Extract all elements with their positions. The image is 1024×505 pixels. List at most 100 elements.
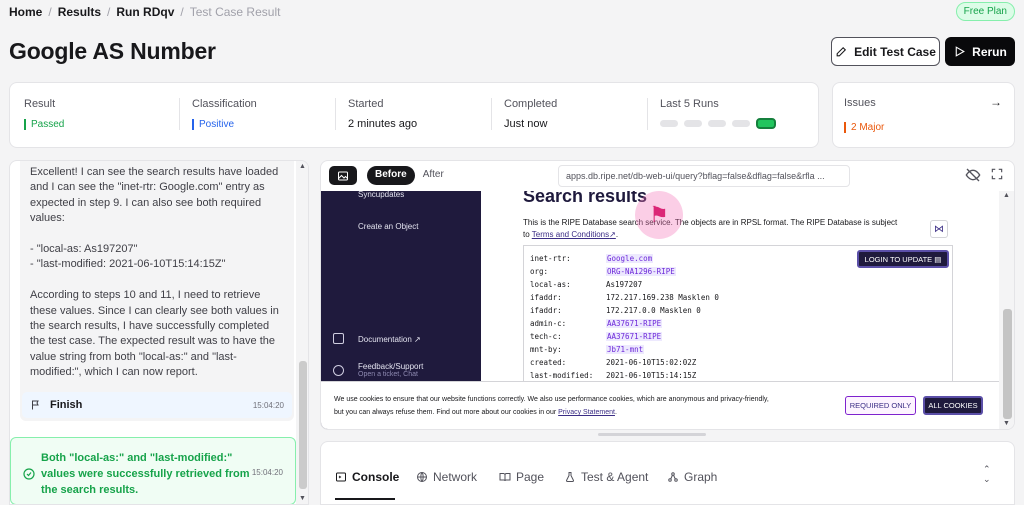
record-row: local-as: As197207 — [530, 280, 643, 289]
record-row: admin-c: AA37671-RIPE — [530, 319, 663, 328]
chat-scrollbar[interactable]: ▲ ▼ — [296, 161, 308, 504]
chevron-down-icon[interactable]: ▼ — [299, 495, 306, 502]
tab-console[interactable]: Console — [335, 470, 399, 484]
edit-icon — [836, 46, 847, 57]
started-value: 2 minutes ago — [348, 118, 418, 130]
page-screenshot: Syncupdates Create an Object Documentati… — [321, 191, 999, 429]
chat-scrollbar-thumb[interactable] — [299, 361, 307, 489]
breadcrumb-run[interactable]: Run RDqv — [116, 5, 174, 19]
chevron-up-down-icon[interactable]: ⌃ ⌄ — [983, 464, 991, 484]
completed-label: Completed — [504, 98, 558, 110]
globe-icon — [417, 472, 427, 482]
summary-card: Result Passed Classification Positive St… — [9, 82, 819, 148]
plan-badge[interactable]: Free Plan — [955, 2, 1015, 21]
before-tab[interactable]: Before — [367, 166, 415, 185]
cookie-banner: We use cookies to ensure that our websit… — [321, 381, 999, 429]
message-line: - "local-as: As197207" — [30, 243, 138, 256]
completed-value: Just now — [504, 118, 548, 130]
breadcrumb-current: Test Case Result — [189, 5, 281, 19]
chevron-up-icon[interactable]: ▲ — [1003, 192, 1010, 199]
finish-time: 15:04:20 — [252, 400, 284, 410]
eye-off-icon[interactable] — [965, 167, 981, 183]
message-line: According to steps 10 and 11, I need to … — [30, 289, 261, 302]
started-label: Started — [348, 98, 384, 110]
finish-step[interactable]: Finish 15:04:20 — [22, 392, 292, 418]
tab-graph[interactable]: Graph — [667, 470, 717, 484]
terminal-icon — [336, 472, 346, 482]
message-line: expected in step 9. I can also see both … — [30, 196, 262, 209]
message-line: - "last-modified: 2021-06-10T15:14:15Z" — [30, 258, 226, 271]
tab-network[interactable]: Network — [416, 470, 477, 484]
message-line: the search results, I have successfully … — [30, 320, 270, 333]
flag-icon — [32, 400, 39, 410]
message-line: Excellent! I can see the search results … — [30, 166, 279, 178]
all-cookies-button: ALL COOKIES — [923, 396, 983, 415]
breadcrumb-home[interactable]: Home — [9, 5, 42, 19]
classification-value: Positive — [192, 119, 235, 130]
terms-link: Terms and Conditions — [531, 230, 610, 239]
url-bar[interactable]: apps.db.ripe.net/db-web-ui/query?bflag=f… — [558, 165, 850, 187]
inspector-tabs: Console Network Page Test & Agent Graph … — [320, 441, 1015, 505]
classification-label: Classification — [192, 98, 257, 110]
chat-bubble-icon — [333, 365, 344, 376]
issues-card[interactable]: Issues → 2 Major — [832, 82, 1015, 148]
record-row: inet-rtr: Google.com — [530, 254, 654, 263]
arrow-right-icon[interactable]: → — [990, 95, 1002, 109]
chevron-up-icon[interactable]: ▲ — [299, 163, 306, 170]
preview-scrollbar-thumb[interactable] — [1003, 309, 1012, 419]
tab-page[interactable]: Page — [499, 470, 544, 484]
run-pill[interactable] — [732, 120, 750, 127]
success-message: Both "local-as:" and "last-modified:" va… — [10, 437, 296, 504]
edit-test-case-label: Edit Test Case — [854, 44, 936, 59]
run-pill[interactable] — [708, 120, 726, 127]
message-line: the test case. The expected result was t… — [30, 335, 275, 348]
rerun-button[interactable]: Rerun — [945, 37, 1015, 66]
active-tab-indicator — [335, 498, 395, 500]
edit-test-case-button[interactable]: Edit Test Case — [831, 37, 940, 66]
completed-column: Completed Just now — [504, 98, 557, 130]
ripe-nav-feedback: Feedback/Support Open a ticket, Chat — [358, 362, 424, 378]
breadcrumb-results[interactable]: Results — [58, 5, 101, 19]
before-after-toggle: Before After — [367, 166, 452, 185]
ripe-nav-documentation: Documentation ↗ — [358, 335, 421, 344]
classification-column: Classification Positive — [192, 98, 257, 130]
issues-label: Issues — [844, 97, 876, 109]
record-row: mnt-by: Jb71-mnt — [530, 345, 645, 354]
message-line: and I can see the "inet-rtr: Google.com"… — [30, 181, 265, 194]
expand-icon[interactable] — [990, 167, 1004, 181]
check-circle-icon — [23, 468, 35, 480]
page-title: Google AS Number — [9, 38, 216, 64]
required-only-button: REQUIRED ONLY — [845, 396, 916, 415]
flask-icon — [565, 472, 575, 482]
preview-toolbar: Before After apps.db.ripe.net/db-web-ui/… — [321, 161, 1014, 191]
message-line: values: — [30, 212, 65, 225]
last-runs-label: Last 5 Runs — [660, 98, 719, 110]
share-icon: ⋈ — [930, 220, 948, 238]
tab-test-agent[interactable]: Test & Agent — [564, 470, 648, 484]
search-results-description: This is the RIPE Database search service… — [523, 218, 898, 239]
finish-label: Finish — [50, 399, 83, 411]
resize-handle[interactable] — [598, 433, 706, 436]
chevron-down-icon[interactable]: ▼ — [1003, 420, 1010, 427]
breadcrumb: Home / Results / Run RDqv / Test Case Re… — [9, 5, 281, 19]
run-pill[interactable] — [660, 120, 678, 127]
external-link-icon: ↗ — [609, 230, 616, 239]
last-runs-column: Last 5 Runs — [660, 98, 776, 129]
result-column: Result Passed — [24, 98, 65, 130]
message-line: modified:", which I can now report. — [30, 366, 198, 379]
search-results-title: Search results — [523, 191, 648, 206]
book-icon — [333, 333, 344, 344]
record-row: ifaddr: 172.217.169.238 Masklen 0 — [530, 293, 719, 302]
run-pill[interactable] — [684, 120, 702, 127]
record-row: created: 2021-06-10T15:02:02Z — [530, 358, 697, 367]
run-pill-current[interactable] — [756, 118, 776, 129]
ripe-nav-syncupdates: Syncupdates — [358, 191, 405, 199]
browser-preview-panel: Before After apps.db.ripe.net/db-web-ui/… — [320, 160, 1015, 430]
ripe-nav-create-object: Create an Object — [358, 222, 419, 231]
image-view-button[interactable] — [329, 166, 357, 185]
success-text: Both "local-as:" and "last-modified:" va… — [41, 452, 250, 496]
preview-scrollbar[interactable]: ▲ ▼ — [999, 191, 1014, 429]
play-icon — [955, 46, 966, 57]
message-line: value string from both "local-as:" and "… — [30, 350, 237, 363]
after-tab[interactable]: After — [415, 166, 452, 185]
